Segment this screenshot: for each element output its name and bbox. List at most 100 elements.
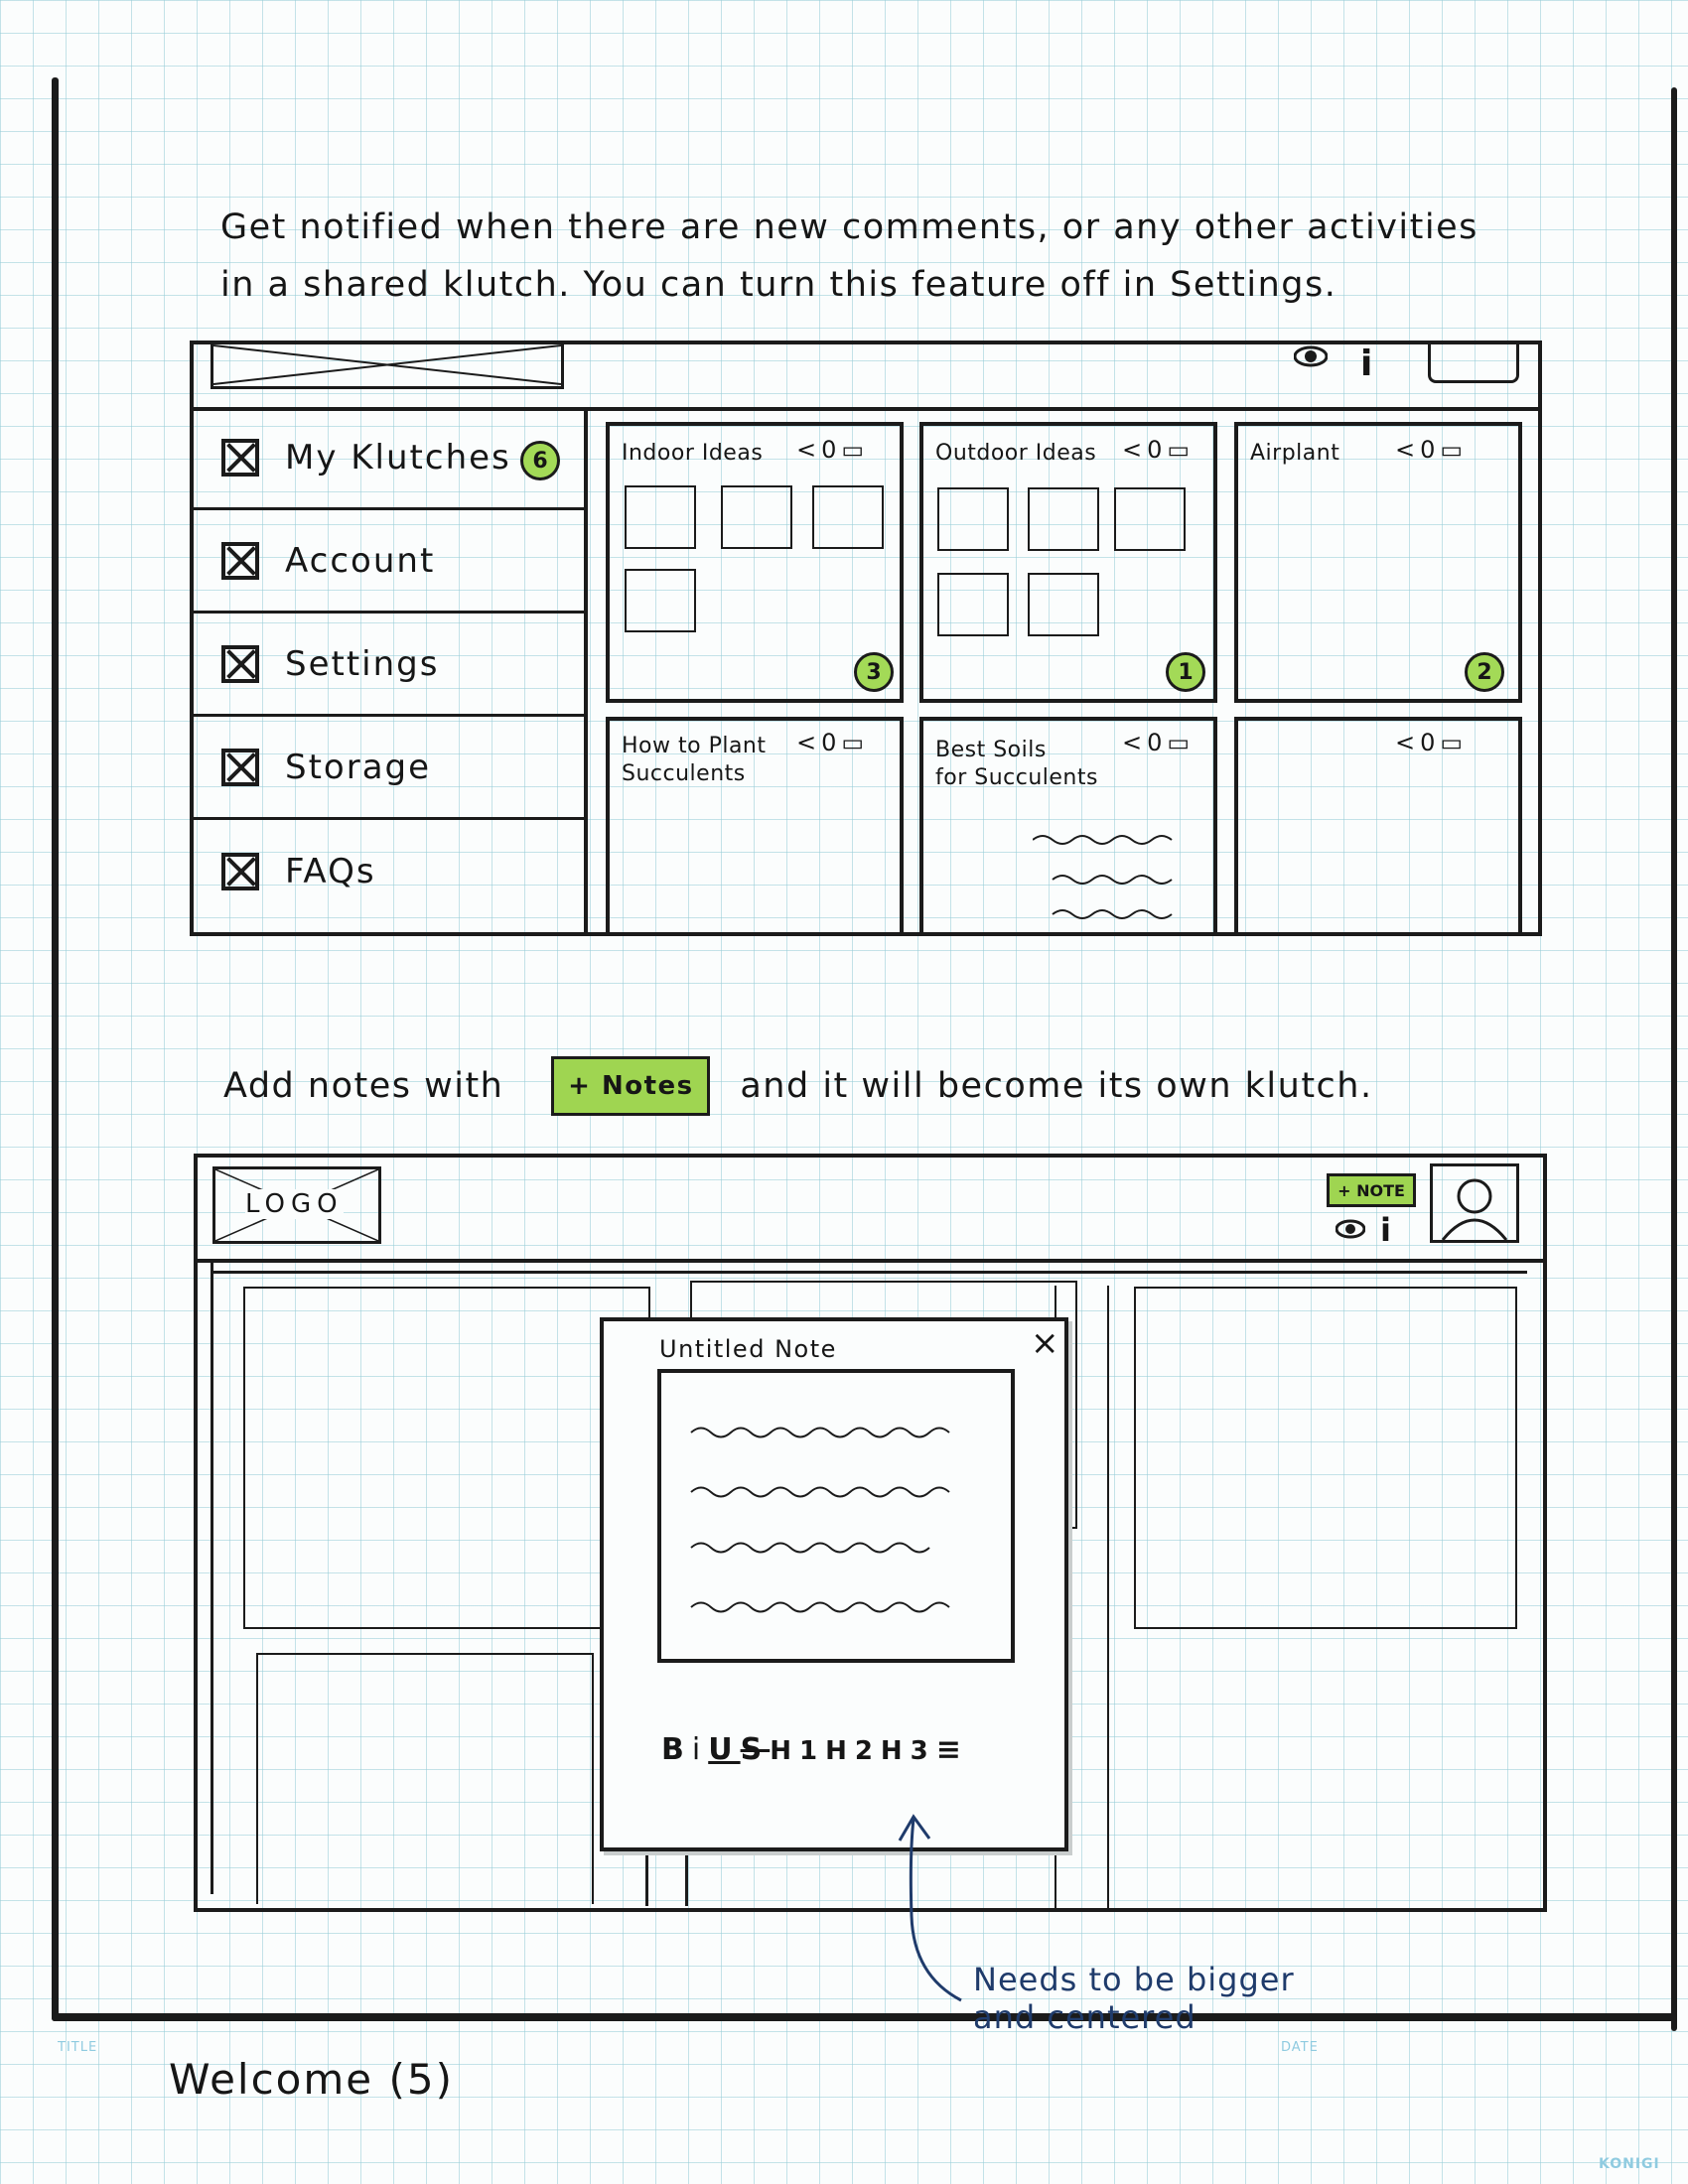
close-icon[interactable]: × — [1031, 1323, 1059, 1363]
sidebar-item-label: My Klutches — [285, 437, 511, 478]
klutch-card-airplant[interactable]: Airplant <0▭ 2 — [1234, 422, 1522, 703]
sidebar-item-my-klutches[interactable]: My Klutches 6 — [190, 407, 584, 510]
sidebar-item-label: FAQs — [285, 852, 376, 891]
comment-icon[interactable]: ▭ — [841, 729, 869, 756]
brand-label: KONIGI — [1599, 2156, 1660, 2172]
info-icon[interactable]: i — [1360, 343, 1372, 384]
background-card[interactable] — [1134, 1287, 1517, 1629]
sidebar-item-label: Storage — [285, 747, 432, 787]
notes-caption-after: and it will become its own klutch. — [740, 1066, 1373, 1106]
notification-badge: 2 — [1465, 652, 1504, 692]
logo-text: LOGO — [245, 1189, 344, 1219]
sidebar-item-settings[interactable]: Settings — [190, 614, 584, 717]
thumbnail[interactable] — [625, 485, 696, 549]
note-title[interactable]: Untitled Note — [659, 1335, 837, 1363]
share-icon[interactable]: < — [1122, 729, 1147, 756]
card-title: Outdoor Ideas — [935, 441, 1097, 466]
placeholder-text-lines — [1033, 835, 1173, 919]
share-icon[interactable]: < — [796, 436, 821, 464]
screen1-avatar[interactable] — [1428, 343, 1519, 383]
thumbnail[interactable] — [1114, 487, 1186, 551]
note-text-area[interactable] — [657, 1369, 1015, 1663]
comment-icon[interactable]: ▭ — [1440, 436, 1468, 464]
comment-icon[interactable]: ▭ — [841, 436, 869, 464]
klutch-card-outdoor-ideas[interactable]: Outdoor Ideas <0▭ 1 — [919, 422, 1217, 703]
comment-count: 0 — [1420, 729, 1441, 756]
info-icon[interactable]: i — [1380, 1211, 1391, 1249]
sidebar-item-account[interactable]: Account — [190, 510, 584, 614]
sidebar-item-storage[interactable]: Storage — [190, 717, 584, 820]
checkbox-icon — [221, 853, 259, 890]
intro-caption: Get notified when there are new comments… — [220, 199, 1478, 314]
klutch-card-how-to-plant[interactable]: How to Plant Succulents <0▭ — [606, 717, 904, 936]
comment-count: 0 — [821, 729, 842, 756]
eye-icon[interactable] — [1293, 345, 1329, 367]
comment-icon[interactable]: ▭ — [1167, 729, 1195, 756]
comment-icon[interactable]: ▭ — [1167, 436, 1195, 464]
background-line — [685, 1846, 688, 1906]
intro-caption-line2: in a shared klutch. You can turn this fe… — [220, 265, 1337, 305]
thumbnail[interactable] — [937, 487, 1009, 551]
add-note-button[interactable]: + NOTE — [1327, 1173, 1416, 1207]
avatar[interactable] — [1430, 1163, 1519, 1243]
card-actions: <0▭ — [1395, 436, 1468, 464]
sidebar-item-label: Account — [285, 540, 436, 581]
bold-button[interactable]: B — [661, 1732, 692, 1767]
comment-icon[interactable]: ▭ — [1440, 729, 1468, 756]
thumbnail[interactable] — [1028, 573, 1099, 636]
title-field-label: TITLE — [58, 2040, 98, 2055]
klutch-card-empty[interactable]: <0▭ — [1234, 717, 1522, 936]
note-modal: Untitled Note × B i U S H1 H2 H3 ≡ — [600, 1317, 1068, 1851]
sidebar-item-faqs[interactable]: FAQs — [190, 820, 584, 923]
page-title: Welcome (5) — [169, 2055, 454, 2104]
notification-badge: 3 — [854, 652, 894, 692]
screen1-logo[interactable] — [211, 343, 564, 389]
background-card[interactable] — [256, 1653, 594, 1904]
card-actions: <0▭ — [796, 436, 869, 464]
annotation-line1: Needs to be bigger — [973, 1961, 1295, 1998]
screen2-logo[interactable]: LOGO — [212, 1166, 381, 1244]
italic-button[interactable]: i — [692, 1732, 708, 1767]
klutch-card-indoor-ideas[interactable]: Indoor Ideas <0▭ 3 — [606, 422, 904, 703]
background-card[interactable] — [243, 1287, 650, 1629]
sidebar-item-label: Settings — [285, 643, 440, 684]
card-actions: <0▭ — [796, 729, 869, 756]
page-frame-bottom — [52, 2013, 1677, 2021]
formatting-toolbar: B i U S H1 H2 H3 ≡ — [661, 1732, 969, 1767]
annotation-note: Needs to be bigger and centered — [973, 1961, 1295, 2036]
strikethrough-button[interactable]: S — [741, 1732, 771, 1767]
heading1-button[interactable]: H1 — [770, 1736, 825, 1766]
annotation-line2: and centered — [973, 1998, 1196, 2036]
checkbox-icon — [221, 748, 259, 786]
underline-button[interactable]: U — [708, 1732, 740, 1767]
card-title: Airplant — [1250, 441, 1340, 466]
eye-icon[interactable] — [1335, 1219, 1366, 1239]
thumbnail[interactable] — [937, 573, 1009, 636]
content-divider-top — [211, 1271, 1527, 1274]
klutch-card-best-soils[interactable]: Best Soils for Succulents <0▭ — [919, 717, 1217, 936]
card-title: Indoor Ideas — [622, 441, 764, 466]
list-button[interactable]: ≡ — [936, 1732, 969, 1767]
thumbnail[interactable] — [1028, 487, 1099, 551]
share-icon[interactable]: < — [796, 729, 821, 756]
thumbnail[interactable] — [625, 569, 696, 632]
thumbnail[interactable] — [812, 485, 884, 549]
share-icon[interactable]: < — [1122, 436, 1147, 464]
heading2-button[interactable]: H2 — [825, 1736, 881, 1766]
placeholder-text-lines — [690, 1427, 950, 1613]
date-field-label: DATE — [1281, 2040, 1319, 2055]
share-icon[interactable]: < — [1395, 436, 1420, 464]
add-notes-button[interactable]: + Notes — [551, 1056, 711, 1116]
page-frame-right — [1671, 87, 1677, 2031]
thumbnail[interactable] — [721, 485, 792, 549]
share-icon[interactable]: < — [1395, 729, 1420, 756]
heading3-button[interactable]: H3 — [881, 1736, 936, 1766]
notification-badge: 1 — [1166, 652, 1205, 692]
card-title: How to Plant Succulents — [622, 734, 767, 786]
comment-count: 0 — [1147, 729, 1168, 756]
intro-caption-line1: Get notified when there are new comments… — [220, 207, 1478, 247]
checkbox-icon — [221, 644, 259, 683]
card-actions: <0▭ — [1395, 729, 1468, 756]
sidebar-divider — [584, 407, 588, 936]
card-actions: <0▭ — [1122, 436, 1195, 464]
